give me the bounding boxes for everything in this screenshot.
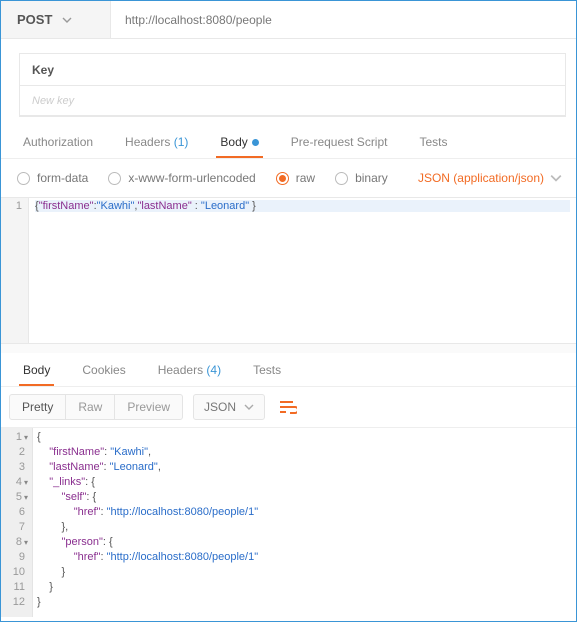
tab-prerequest[interactable]: Pre-request Script [275,127,404,157]
radio-urlencoded[interactable]: x-www-form-urlencoded [108,171,255,185]
http-method-select[interactable]: POST [1,1,111,38]
tab-tests[interactable]: Tests [403,127,463,157]
tab-headers[interactable]: Headers (1) [109,127,204,157]
params-table: Key New key [19,53,566,117]
response-format-select[interactable]: JSON [193,394,265,420]
response-toolbar: Pretty Raw Preview JSON [1,387,576,427]
resp-tab-cookies[interactable]: Cookies [66,355,141,385]
radio-form-data[interactable]: form-data [17,171,88,185]
resp-tab-tests[interactable]: Tests [237,355,297,385]
response-content: { "firstName": "Kawhi", "lastName": "Leo… [33,428,576,617]
content-type-select[interactable]: JSON (application/json) [418,171,562,185]
radio-icon [276,172,289,185]
view-preview[interactable]: Preview [115,395,182,419]
view-mode-group: Pretty Raw Preview [9,394,183,420]
pane-divider[interactable] [1,343,576,353]
chevron-down-icon [550,172,562,184]
wrap-lines-icon[interactable] [275,394,301,420]
response-tabs: Body Cookies Headers (4) Tests [1,353,576,387]
view-pretty[interactable]: Pretty [10,395,66,419]
radio-icon [17,172,30,185]
radio-icon [108,172,121,185]
resp-tab-body[interactable]: Body [7,355,66,385]
body-type-options: form-data x-www-form-urlencoded raw bina… [1,159,576,197]
url-value: http://localhost:8080/people [125,13,272,27]
tab-authorization[interactable]: Authorization [7,127,109,157]
http-method-label: POST [17,12,52,27]
modified-dot-icon [252,139,259,146]
radio-binary[interactable]: binary [335,171,388,185]
response-gutter: 1▾ 2 3 4▾ 5▾ 6 7 8▾ 9 10 11 12 [1,428,33,617]
tab-body[interactable]: Body [204,127,274,157]
chevron-down-icon [62,15,72,25]
params-new-key[interactable]: New key [20,86,565,116]
request-tabs: Authorization Headers (1) Body Pre-reque… [1,125,576,159]
response-body-viewer[interactable]: 1▾ 2 3 4▾ 5▾ 6 7 8▾ 9 10 11 12 { "firstN… [1,427,576,617]
resp-tab-headers[interactable]: Headers (4) [142,355,237,385]
url-input[interactable]: http://localhost:8080/people [111,1,576,38]
radio-icon [335,172,348,185]
radio-raw[interactable]: raw [276,171,315,185]
request-body-editor[interactable]: 1 {"firstName":"Kawhi","lastName" : "Leo… [1,197,576,343]
chevron-down-icon [244,402,254,412]
view-raw[interactable]: Raw [66,395,115,419]
editor-content: {"firstName":"Kawhi","lastName" : "Leona… [29,198,576,343]
params-header-key: Key [20,54,565,86]
editor-gutter: 1 [1,198,29,343]
